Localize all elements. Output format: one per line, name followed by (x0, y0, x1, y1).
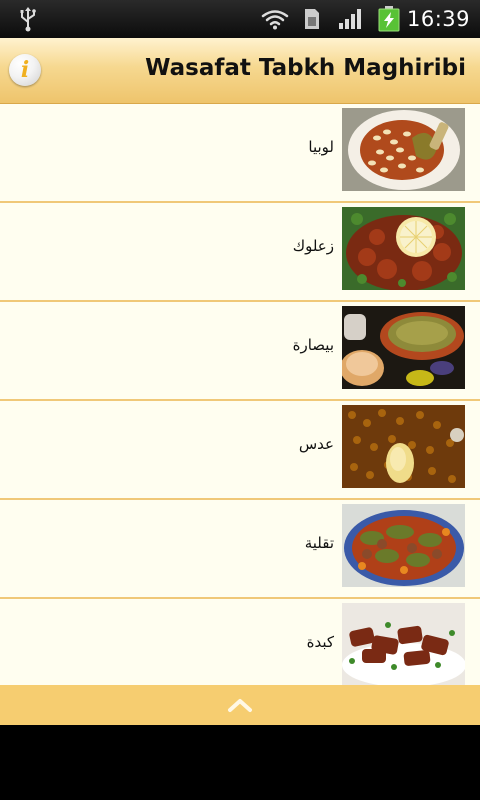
signal-icon (339, 9, 361, 29)
battery-charging-icon (378, 6, 400, 32)
recipe-name: كبدة (306, 633, 334, 651)
liver-plate-photo (342, 603, 465, 685)
status-clock: 16:39 (406, 7, 470, 31)
recipe-name: بيصارة (292, 336, 334, 354)
status-bar: 16:39 (0, 0, 480, 38)
list-item-tqlia[interactable]: تقلية (0, 500, 480, 599)
list-item-zaalouk[interactable]: زعلوك (0, 203, 480, 302)
recipe-name: زعلوك (292, 237, 334, 255)
sim-card-icon (305, 9, 319, 29)
empty-area (0, 725, 480, 800)
list-item-kebda[interactable]: كبدة (0, 599, 480, 685)
app-title: Wasafat Tabkh Maghiribi (145, 55, 466, 81)
bissara-soup-photo (342, 306, 465, 389)
list-item-bissara[interactable]: بيصارة (0, 302, 480, 401)
zaalouk-lemon-photo (342, 207, 465, 290)
list-item-lubia[interactable]: لوبيا (0, 104, 480, 203)
info-icon: i (20, 57, 30, 83)
info-button[interactable]: i (9, 54, 41, 86)
recipe-name: لوبيا (308, 138, 334, 156)
recipe-name: عدس (298, 435, 334, 453)
chevron-up-icon (228, 699, 252, 712)
wifi-icon (261, 10, 289, 30)
title-bar: i Wasafat Tabkh Maghiribi (0, 38, 480, 104)
list-item-adas[interactable]: عدس (0, 401, 480, 500)
recipe-list[interactable]: لوبيا زعلوك بيصارة عدس تقلية كبدة (0, 104, 480, 685)
beans-plate-photo (342, 108, 465, 191)
tqlia-dish-photo (342, 504, 465, 587)
scroll-up-button[interactable] (224, 694, 256, 716)
recipe-name: تقلية (304, 534, 334, 552)
lentils-photo (342, 405, 465, 488)
bottom-bar (0, 685, 480, 725)
usb-icon (20, 7, 36, 32)
